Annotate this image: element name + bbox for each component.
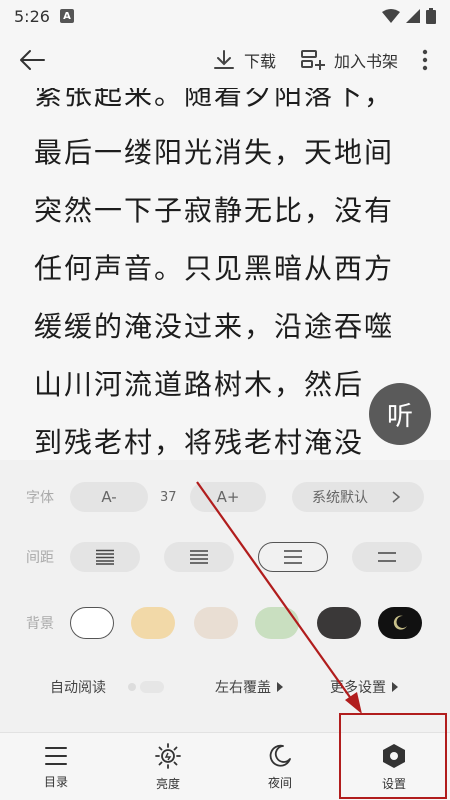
bg-night-swatch[interactable] xyxy=(378,607,422,639)
annotation-highlight-box xyxy=(339,713,447,799)
font-decrease-button[interactable]: A- xyxy=(70,482,148,512)
spacing-row: 间距 xyxy=(0,540,450,574)
moon-icon xyxy=(269,744,291,767)
spacing-dense-icon xyxy=(96,549,114,565)
add-shelf-icon xyxy=(300,50,325,70)
brightness-icon xyxy=(155,742,181,769)
font-increase-button[interactable]: A+ xyxy=(190,482,266,512)
auto-read-toggle[interactable] xyxy=(126,679,164,695)
notification-a-icon: A xyxy=(59,9,74,23)
text-line: 缓缓的淹没过来，沿途吞噬 xyxy=(34,310,395,343)
options-row: 自动阅读 左右覆盖 更多设置 xyxy=(0,675,450,699)
bg-green-swatch[interactable] xyxy=(255,607,299,639)
moon-icon xyxy=(393,615,407,630)
more-options-button[interactable] xyxy=(410,40,440,80)
spacing-normal-icon xyxy=(190,550,208,564)
download-label: 下载 xyxy=(243,52,276,71)
wifi-icon xyxy=(382,9,400,23)
text-line: 最后一缕阳光消失，天地间 xyxy=(34,136,395,169)
more-vertical-icon xyxy=(422,49,428,71)
spacing-dense-button[interactable] xyxy=(70,542,140,572)
spacing-label: 间距 xyxy=(26,550,54,566)
spacing-medium-button[interactable] xyxy=(258,542,328,572)
nav-toc-label: 目录 xyxy=(43,774,68,789)
status-icons xyxy=(382,8,436,24)
font-family-button[interactable]: 系统默认 xyxy=(292,482,424,512)
bg-cream-swatch[interactable] xyxy=(131,607,175,639)
text-line: 到残老村，将残老村淹没 xyxy=(34,426,365,459)
listen-button[interactable]: 听 xyxy=(369,383,431,445)
page-turn-button[interactable]: 左右覆盖 xyxy=(215,677,283,697)
spacing-loose-button[interactable] xyxy=(352,542,422,572)
caret-right-icon xyxy=(392,682,398,692)
font-row: 字体 A- 37 A+ 系统默认 xyxy=(0,480,450,514)
more-settings-label: 更多设置 xyxy=(330,680,386,696)
battery-icon xyxy=(426,8,436,24)
reader-app-bar: 下载 加入书架 xyxy=(0,32,450,88)
bg-white-swatch[interactable] xyxy=(70,607,114,639)
background-row: 背景 xyxy=(0,605,450,641)
signal-icon xyxy=(406,9,420,23)
nav-toc[interactable]: 目录 xyxy=(0,733,112,800)
font-family-label: 系统默认 xyxy=(312,490,368,506)
auto-read-label: 自动阅读 xyxy=(50,680,106,696)
caret-right-icon xyxy=(277,682,283,692)
text-line: 紧张起来。随着夕阳落下， xyxy=(34,88,395,111)
list-icon xyxy=(45,746,67,765)
text-line: 山川河流道路树木，然后 xyxy=(34,368,365,401)
text-line: 突然一下子寂静无比，没有 xyxy=(34,194,395,227)
download-button[interactable]: 下载 xyxy=(200,48,288,72)
more-settings-button[interactable]: 更多设置 xyxy=(330,677,398,697)
download-icon xyxy=(213,50,234,69)
bg-dark-swatch[interactable] xyxy=(317,607,361,639)
page-turn-label: 左右覆盖 xyxy=(215,680,271,696)
status-bar: 5:26 A xyxy=(0,0,450,32)
spacing-normal-button[interactable] xyxy=(164,542,234,572)
text-line: 任何声音。只见黑暗从西方 xyxy=(34,252,395,285)
bg-beige-swatch[interactable] xyxy=(194,607,238,639)
font-label: 字体 xyxy=(26,490,54,506)
back-button[interactable] xyxy=(10,38,54,82)
chevron-right-icon xyxy=(392,491,400,503)
spacing-loose-icon xyxy=(378,552,396,562)
font-size-value: 37 xyxy=(160,489,177,505)
add-shelf-label: 加入书架 xyxy=(333,52,398,71)
toggle-off-icon xyxy=(128,681,164,693)
spacing-medium-icon xyxy=(284,550,302,564)
add-to-shelf-button[interactable]: 加入书架 xyxy=(288,48,410,72)
reading-settings-panel: 字体 A- 37 A+ 系统默认 间距 背景 自动阅读 左右覆盖 更多设置 xyxy=(0,460,450,732)
back-arrow-icon xyxy=(20,50,45,70)
nav-night-label: 夜间 xyxy=(267,775,292,790)
nav-brightness[interactable]: 亮度 xyxy=(112,733,224,800)
nav-brightness-label: 亮度 xyxy=(155,776,180,791)
status-time: 5:26 xyxy=(14,6,50,26)
nav-night[interactable]: 夜间 xyxy=(224,733,336,800)
background-label: 背景 xyxy=(26,616,54,632)
